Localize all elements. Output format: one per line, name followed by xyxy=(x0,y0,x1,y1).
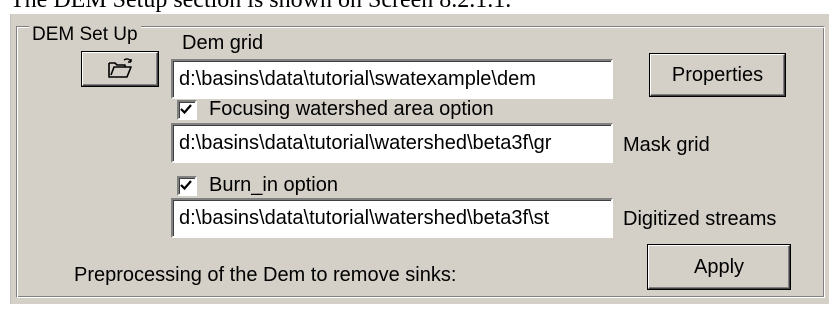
burn-in-option-checkbox[interactable] xyxy=(177,175,197,196)
focusing-option-label: Focusing watershed area option xyxy=(209,98,494,120)
digitized-streams-field[interactable]: d:\basins\data\tutorial\watershed\beta3f… xyxy=(171,198,613,238)
dialog-panel: DEM Set Up Dem grid d:\basins\data\tutor… xyxy=(10,14,829,304)
checkmark-icon xyxy=(180,103,192,114)
focusing-option-row[interactable]: Focusing watershed area option xyxy=(177,98,494,121)
groupbox-title: DEM Set Up xyxy=(29,25,141,45)
focusing-option-checkbox[interactable] xyxy=(177,99,197,120)
dem-grid-field[interactable]: d:\basins\data\tutorial\swatexample\dem xyxy=(171,59,613,99)
dem-grid-label: Dem grid xyxy=(182,32,264,54)
burn-in-option-label: Burn_in option xyxy=(209,174,338,196)
checkmark-icon xyxy=(180,179,192,190)
apply-button[interactable]: Apply xyxy=(648,245,790,289)
screenshot-root: The DEM Setup section is shown on Screen… xyxy=(0,0,839,310)
mask-grid-field[interactable]: d:\basins\data\tutorial\watershed\beta3f… xyxy=(171,123,613,163)
browse-dem-button[interactable] xyxy=(82,52,158,86)
mask-grid-label: Mask grid xyxy=(623,134,710,156)
burn-in-option-row[interactable]: Burn_in option xyxy=(177,174,338,197)
digitized-streams-label: Digitized streams xyxy=(623,208,777,230)
document-caption: The DEM Setup section is shown on Screen… xyxy=(10,0,512,13)
preprocessing-label: Preprocessing of the Dem to remove sinks… xyxy=(74,264,457,286)
properties-button[interactable]: Properties xyxy=(650,54,785,96)
open-folder-icon xyxy=(106,57,134,81)
